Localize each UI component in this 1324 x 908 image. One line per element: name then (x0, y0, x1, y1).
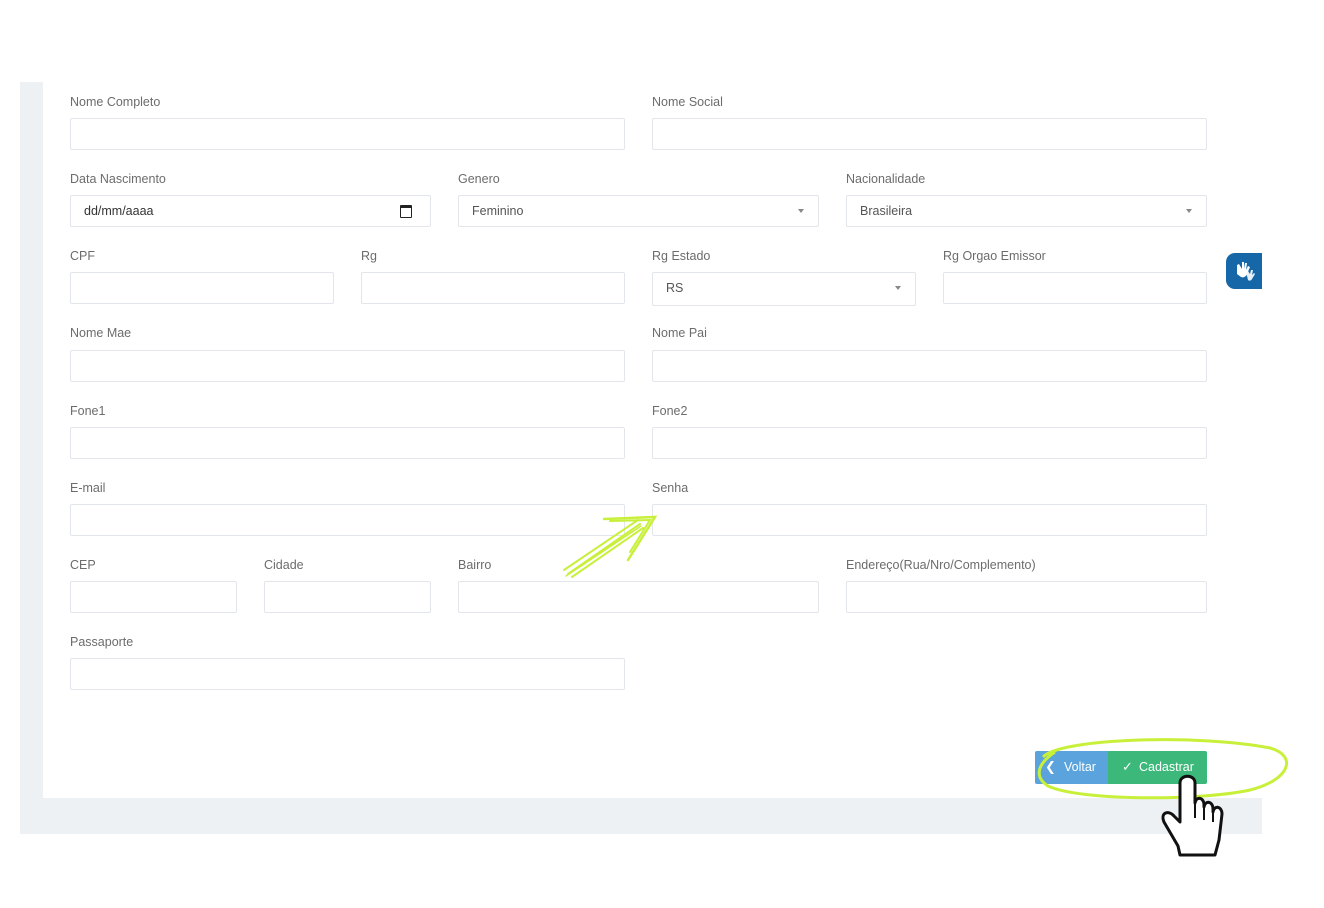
senha-input[interactable] (652, 504, 1207, 536)
fone2-label: Fone2 (652, 404, 688, 418)
check-icon: ✓ (1122, 759, 1133, 774)
nome-mae-label: Nome Mae (70, 326, 132, 340)
voltar-button[interactable]: ❮ Voltar (1035, 751, 1108, 784)
cidade-label: Cidade (264, 558, 304, 572)
rg-estado-label: Rg Estado (652, 249, 711, 263)
cep-label: CEP (70, 558, 96, 572)
nome-pai-input[interactable] (652, 350, 1207, 382)
rg-label: Rg (361, 249, 377, 263)
nome-completo-label: Nome Completo (70, 95, 161, 109)
cadastrar-button[interactable]: ✓ Cadastrar (1108, 751, 1207, 784)
chevron-down-icon (1186, 209, 1192, 213)
data-nascimento-input[interactable]: dd/mm/aaaa (70, 195, 431, 227)
endereco-label: Endereço(Rua/Nro/Complemento) (846, 558, 1036, 572)
nome-social-label: Nome Social (652, 95, 723, 109)
rg-orgao-input[interactable] (943, 272, 1207, 304)
nome-social-input[interactable] (652, 118, 1207, 150)
genero-label: Genero (458, 172, 500, 186)
rg-input[interactable] (361, 272, 625, 304)
cidade-input[interactable] (264, 581, 431, 613)
rg-estado-select[interactable]: RS (652, 272, 916, 306)
bairro-input[interactable] (458, 581, 819, 613)
passaporte-input[interactable] (70, 658, 625, 690)
nacionalidade-select[interactable]: Brasileira (846, 195, 1207, 227)
fone1-input[interactable] (70, 427, 625, 459)
nome-pai-label: Nome Pai (652, 326, 707, 340)
accessibility-widget[interactable] (1226, 253, 1262, 289)
bairro-label: Bairro (458, 558, 492, 572)
endereco-input[interactable] (846, 581, 1207, 613)
passaporte-label: Passaporte (70, 635, 134, 649)
email-label: E-mail (70, 481, 106, 495)
chevron-down-icon (895, 286, 901, 290)
chevron-down-icon (798, 209, 804, 213)
senha-label: Senha (652, 481, 689, 495)
cadastrar-button-label: Cadastrar (1139, 760, 1194, 774)
sign-language-hands-icon (1237, 262, 1255, 281)
cpf-label: CPF (70, 249, 95, 263)
chevron-left-icon: ❮ (1045, 759, 1056, 774)
cep-input[interactable] (70, 581, 237, 613)
genero-select[interactable]: Feminino (458, 195, 819, 227)
nome-completo-input[interactable] (70, 118, 625, 150)
rg-orgao-label: Rg Orgao Emissor (943, 249, 1046, 263)
fone2-input[interactable] (652, 427, 1207, 459)
calendar-icon[interactable] (400, 205, 412, 218)
nacionalidade-label: Nacionalidade (846, 172, 926, 186)
cpf-input[interactable] (70, 272, 334, 304)
fone1-label: Fone1 (70, 404, 106, 418)
data-nascimento-label: Data Nascimento (70, 172, 166, 186)
nome-mae-input[interactable] (70, 350, 625, 382)
voltar-button-label: Voltar (1064, 760, 1096, 774)
email-input[interactable] (70, 504, 625, 536)
